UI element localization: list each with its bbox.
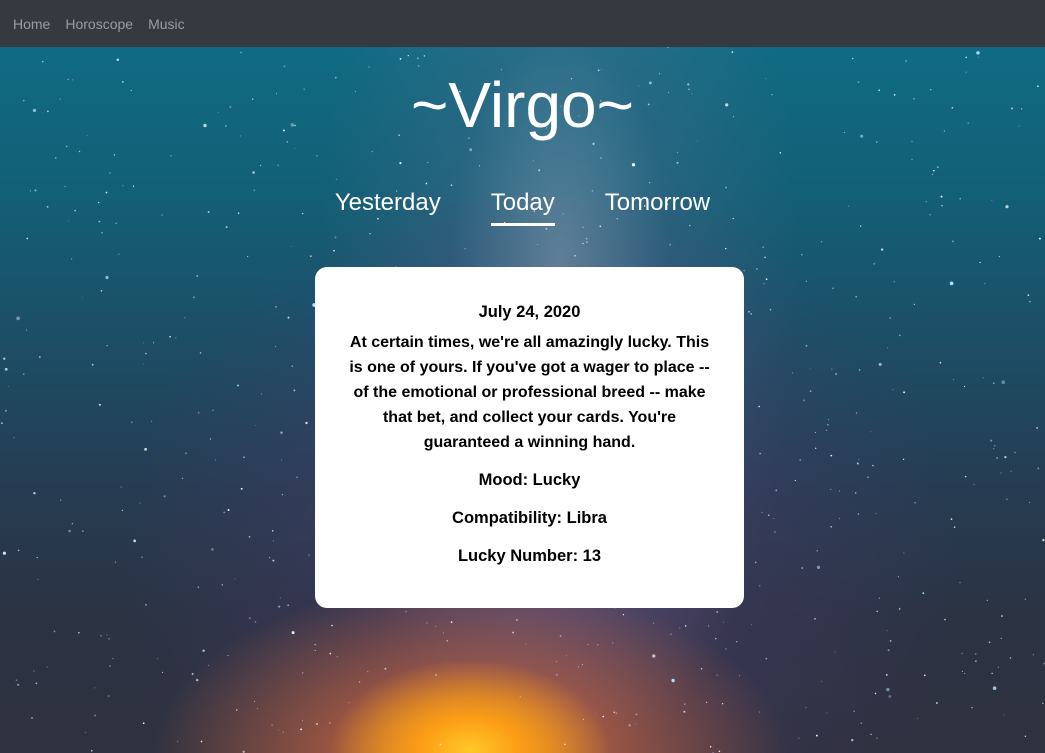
horoscope-description: At certain times, we're all amazingly lu…: [349, 334, 710, 451]
navbar: Home Horoscope Music: [0, 0, 1045, 47]
nav-link-music[interactable]: Music: [140, 16, 192, 32]
horoscope-mood: Mood: Lucky: [478, 471, 581, 489]
tab-today[interactable]: Today: [490, 187, 555, 226]
nav-link-home[interactable]: Home: [5, 16, 57, 32]
sign-title: ~Virgo~: [411, 69, 634, 141]
tab-tomorrow[interactable]: Tomorrow: [605, 187, 710, 226]
horoscope-date: July 24, 2020: [478, 303, 581, 321]
nav-link-horoscope[interactable]: Horoscope: [57, 16, 140, 32]
tab-yesterday[interactable]: Yesterday: [335, 187, 441, 226]
day-tabs: Yesterday Today Tomorrow: [0, 187, 1045, 226]
horoscope-lucky-number: Lucky Number: 13: [457, 547, 602, 565]
horoscope-card: July 24, 2020 At certain times, we're al…: [315, 267, 744, 608]
horoscope-compatibility: Compatibility: Libra: [452, 509, 607, 527]
